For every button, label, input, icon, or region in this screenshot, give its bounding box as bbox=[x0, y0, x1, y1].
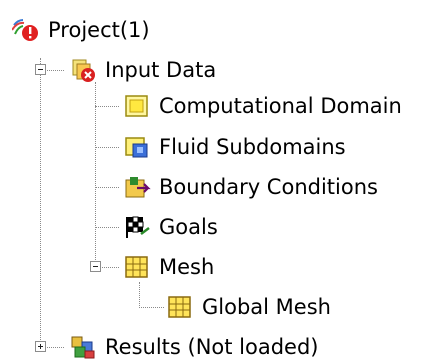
mesh-icon bbox=[123, 254, 151, 280]
tree-connector-line bbox=[40, 58, 41, 342]
project-icon bbox=[12, 17, 40, 43]
tree-connector-line bbox=[139, 307, 164, 308]
tree-item-label: Computational Domain bbox=[159, 94, 402, 118]
collapse-toggle-input-data[interactable] bbox=[35, 64, 46, 75]
tree-item-label: Project(1) bbox=[48, 18, 150, 42]
tree-item-mesh[interactable]: Mesh bbox=[123, 252, 214, 282]
tree-item-boundary-conditions[interactable]: Boundary Conditions bbox=[123, 172, 378, 202]
tree-connector-line bbox=[139, 282, 140, 308]
tree-item-label: Global Mesh bbox=[202, 295, 331, 319]
tree-item-results[interactable]: Results (Not loaded) bbox=[69, 332, 319, 362]
tree-item-label: Mesh bbox=[159, 255, 215, 279]
tree-item-label: Input Data bbox=[105, 58, 217, 82]
computational-domain-icon bbox=[123, 93, 151, 119]
tree-item-global-mesh[interactable]: Global Mesh bbox=[166, 292, 331, 322]
expand-toggle-results[interactable] bbox=[35, 341, 46, 352]
tree-connector-line bbox=[95, 147, 119, 148]
goals-icon bbox=[123, 214, 151, 240]
fluid-subdomains-icon bbox=[123, 134, 151, 160]
tree-item-goals[interactable]: Goals bbox=[123, 212, 218, 242]
global-mesh-icon bbox=[166, 294, 194, 320]
input-data-icon bbox=[69, 57, 97, 83]
tree-item-project[interactable]: Project(1) bbox=[12, 15, 150, 45]
tree-item-computational-domain[interactable]: Computational Domain bbox=[123, 91, 402, 121]
tree-item-label: Results (Not loaded) bbox=[105, 335, 319, 359]
tree-item-label: Fluid Subdomains bbox=[159, 135, 346, 159]
results-icon bbox=[69, 334, 97, 360]
tree-item-label: Boundary Conditions bbox=[159, 175, 378, 199]
tree-connector-line bbox=[95, 227, 119, 228]
tree-connector-line bbox=[95, 187, 119, 188]
boundary-conditions-icon bbox=[123, 174, 151, 200]
collapse-toggle-mesh[interactable] bbox=[90, 261, 101, 272]
tree-connector-line bbox=[95, 82, 96, 272]
project-tree: Project(1) Input Data Computational Doma… bbox=[0, 0, 444, 362]
tree-item-fluid-subdomains[interactable]: Fluid Subdomains bbox=[123, 132, 346, 162]
tree-item-input-data[interactable]: Input Data bbox=[69, 55, 216, 85]
tree-item-label: Goals bbox=[159, 215, 218, 239]
tree-connector-line bbox=[95, 106, 119, 107]
